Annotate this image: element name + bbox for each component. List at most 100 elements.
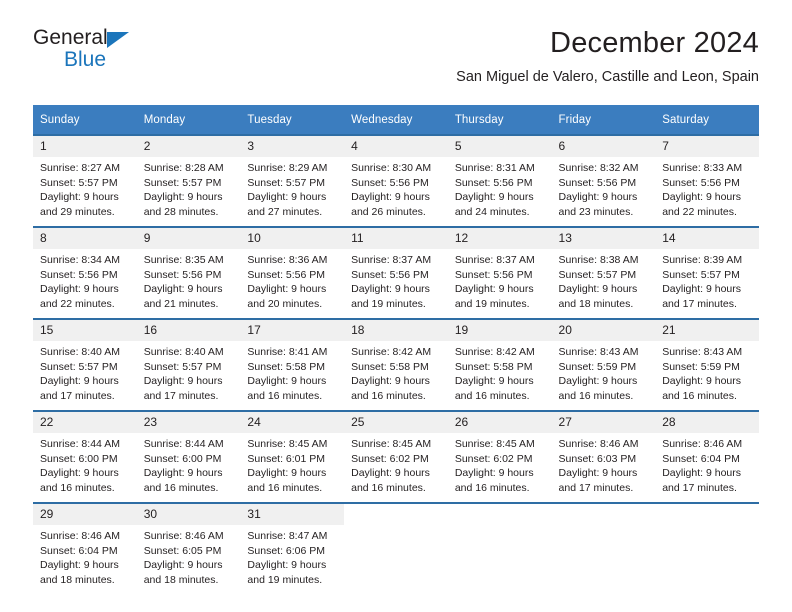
calendar-day-cell[interactable]: 10 Sunrise: 8:36 AM Sunset: 5:56 PM Dayligh… [240,227,345,319]
daylight-duration-line2: and 27 minutes. [247,205,323,218]
day-details: Sunrise: 8:37 AM Sunset: 5:56 PM Daylight:… [448,249,552,311]
day-number: 9 [136,228,241,249]
daylight-duration-line1: Daylight: 9 hours [662,191,742,204]
calendar-day-cell[interactable]: 2 Sunrise: 8:28 AM Sunset: 5:57 PM Daylight… [136,135,241,227]
weekday-header-thursday: Thursday [447,105,552,135]
daylight-duration-line2: and 28 minutes. [143,205,219,218]
daylight-duration-line2: and 26 minutes. [351,205,426,218]
daylight-duration-line2: and 16 minutes. [454,481,530,494]
daylight-duration-line1: Daylight: 9 hours [662,283,742,296]
calendar-day-cell[interactable]: 3 Sunrise: 8:29 AM Sunset: 5:57 PM Daylight… [240,135,345,227]
calendar-day-cell[interactable]: 17 Sunrise: 8:41 AM Sunset: 5:58 PM Dayligh… [240,319,345,411]
calendar-day-cell[interactable]: 27 Sunrise: 8:46 AM Sunset: 6:03 PM Dayligh… [551,411,656,503]
sunset-time: Sunset: 5:56 PM [143,268,222,281]
calendar-day-cell[interactable]: 19 Sunrise: 8:42 AM Sunset: 5:58 PM Dayligh… [447,319,552,411]
calendar-day-cell[interactable]: 28 Sunrise: 8:46 AM Sunset: 6:04 PM Dayligh… [655,411,759,503]
sunset-time: Sunset: 6:05 PM [143,544,222,557]
daylight-duration-line2: and 18 minutes. [40,573,115,586]
daylight-duration-line1: Daylight: 9 hours [143,191,223,204]
daylight-duration-line1: Daylight: 9 hours [40,283,119,296]
daylight-duration-line2: and 16 minutes. [351,481,426,494]
calendar-day-cell[interactable]: 1 Sunrise: 8:27 AM Sunset: 5:57 PM Daylight… [33,135,137,227]
sunrise-time: Sunrise: 8:33 AM [662,162,743,174]
calendar-day-cell[interactable]: 29 Sunrise: 8:46 AM Sunset: 6:04 PM Dayligh… [33,503,137,594]
daylight-duration-line1: Daylight: 9 hours [558,467,638,480]
weekday-header-tuesday: Tuesday [240,105,345,135]
daylight-duration-line1: Daylight: 9 hours [40,375,119,388]
daylight-duration-line1: Daylight: 9 hours [454,283,534,296]
day-number: 28 [655,412,759,433]
calendar-day-cell[interactable]: 24 Sunrise: 8:45 AM Sunset: 6:01 PM Dayligh… [240,411,345,503]
calendar-day-cell[interactable]: 26 Sunrise: 8:45 AM Sunset: 6:02 PM Dayligh… [447,411,552,503]
page-title: December 2024 [550,27,759,59]
sunset-time: Sunset: 6:00 PM [40,452,118,465]
calendar-day-cell[interactable]: 5 Sunrise: 8:31 AM Sunset: 5:56 PM Daylight… [447,135,552,227]
calendar-day-cell[interactable]: 20 Sunrise: 8:43 AM Sunset: 5:59 PM Dayligh… [551,319,656,411]
calendar-day-cell[interactable]: 22 Sunrise: 8:44 AM Sunset: 6:00 PM Dayligh… [33,411,137,503]
daylight-duration-line2: and 16 minutes. [40,481,115,494]
day-details: Sunrise: 8:34 AM Sunset: 5:56 PM Daylight:… [33,249,137,311]
logo-text-general: General [33,26,108,49]
day-details: Sunrise: 8:45 AM Sunset: 6:02 PM Daylight:… [448,433,552,495]
sunrise-time: Sunrise: 8:40 AM [143,346,224,358]
sunset-time: Sunset: 5:58 PM [454,360,533,373]
day-number: 2 [136,136,241,157]
title-block: December 2024 San Miguel de Valero, Cast… [199,26,759,87]
calendar-day-cell[interactable]: 13 Sunrise: 8:38 AM Sunset: 5:57 PM Dayligh… [551,227,656,319]
daylight-duration-line1: Daylight: 9 hours [143,559,223,572]
calendar-body: 1 Sunrise: 8:27 AM Sunset: 5:57 PM Daylight… [33,135,759,594]
day-details: Sunrise: 8:37 AM Sunset: 5:56 PM Daylight:… [344,249,448,311]
sunset-time: Sunset: 5:56 PM [454,268,533,281]
calendar-day-cell[interactable]: 21 Sunrise: 8:43 AM Sunset: 5:59 PM Dayligh… [655,319,759,411]
calendar-day-cell[interactable]: 16 Sunrise: 8:40 AM Sunset: 5:57 PM Dayligh… [136,319,241,411]
day-details: Sunrise: 8:46 AM Sunset: 6:05 PM Daylight:… [137,525,241,587]
day-number: 26 [447,412,552,433]
calendar-day-cell[interactable]: 11 Sunrise: 8:37 AM Sunset: 5:56 PM Dayligh… [344,227,448,319]
calendar-day-cell[interactable]: 7 Sunrise: 8:33 AM Sunset: 5:56 PM Daylight… [655,135,759,227]
sunset-time: Sunset: 5:56 PM [40,268,118,281]
calendar-day-cell[interactable]: 25 Sunrise: 8:45 AM Sunset: 6:02 PM Dayligh… [344,411,448,503]
weekday-header-friday: Friday [551,105,656,135]
day-details: Sunrise: 8:44 AM Sunset: 6:00 PM Daylight:… [33,433,137,495]
day-details: Sunrise: 8:43 AM Sunset: 5:59 PM Daylight:… [655,341,759,403]
daylight-duration-line1: Daylight: 9 hours [40,559,119,572]
calendar-day-cell[interactable]: 6 Sunrise: 8:32 AM Sunset: 5:56 PM Daylight… [551,135,656,227]
calendar-day-cell[interactable]: 9 Sunrise: 8:35 AM Sunset: 5:56 PM Daylight… [136,227,241,319]
day-details: Sunrise: 8:27 AM Sunset: 5:57 PM Daylight:… [33,157,137,219]
daylight-duration-line1: Daylight: 9 hours [247,467,327,480]
daylight-duration-line1: Daylight: 9 hours [351,467,430,480]
daylight-duration-line1: Daylight: 9 hours [454,191,534,204]
calendar-day-cell[interactable]: 30 Sunrise: 8:46 AM Sunset: 6:05 PM Dayligh… [136,503,241,594]
daylight-duration-line1: Daylight: 9 hours [351,375,430,388]
sunrise-time: Sunrise: 8:35 AM [143,254,224,266]
calendar-day-cell[interactable]: 8 Sunrise: 8:34 AM Sunset: 5:56 PM Daylight… [33,227,137,319]
day-details: Sunrise: 8:45 AM Sunset: 6:02 PM Daylight:… [344,433,448,495]
calendar-day-cell-empty [344,503,448,594]
daylight-duration-line2: and 21 minutes. [143,297,219,310]
daylight-duration-line2: and 16 minutes. [351,389,426,402]
calendar-day-cell[interactable]: 4 Sunrise: 8:30 AM Sunset: 5:56 PM Daylight… [344,135,448,227]
day-number [655,504,759,525]
calendar-day-cell[interactable]: 23 Sunrise: 8:44 AM Sunset: 6:00 PM Dayligh… [136,411,241,503]
daylight-duration-line1: Daylight: 9 hours [662,467,742,480]
daylight-duration-line2: and 16 minutes. [662,389,737,402]
day-number: 24 [240,412,345,433]
sunset-time: Sunset: 5:56 PM [351,176,429,189]
sunrise-time: Sunrise: 8:45 AM [454,438,535,450]
calendar-day-cell[interactable]: 15 Sunrise: 8:40 AM Sunset: 5:57 PM Dayligh… [33,319,137,411]
triangle-icon [107,32,129,48]
daylight-duration-line2: and 17 minutes. [40,389,115,402]
logo-text-blue: Blue [64,48,107,71]
calendar-day-cell[interactable]: 14 Sunrise: 8:39 AM Sunset: 5:57 PM Dayligh… [655,227,759,319]
calendar-day-cell[interactable]: 12 Sunrise: 8:37 AM Sunset: 5:56 PM Dayligh… [447,227,552,319]
day-details: Sunrise: 8:40 AM Sunset: 5:57 PM Daylight:… [33,341,137,403]
daylight-duration-line1: Daylight: 9 hours [247,191,327,204]
sunrise-time: Sunrise: 8:41 AM [247,346,328,358]
calendar-day-cell[interactable]: 18 Sunrise: 8:42 AM Sunset: 5:58 PM Dayligh… [344,319,448,411]
sunrise-time: Sunrise: 8:40 AM [40,346,120,358]
day-number: 11 [344,228,448,249]
sunrise-time: Sunrise: 8:42 AM [454,346,535,358]
sunrise-time: Sunrise: 8:37 AM [351,254,432,266]
day-details: Sunrise: 8:46 AM Sunset: 6:04 PM Daylight:… [33,525,137,587]
calendar-day-cell[interactable]: 31 Sunrise: 8:47 AM Sunset: 6:06 PM Dayligh… [240,503,345,594]
